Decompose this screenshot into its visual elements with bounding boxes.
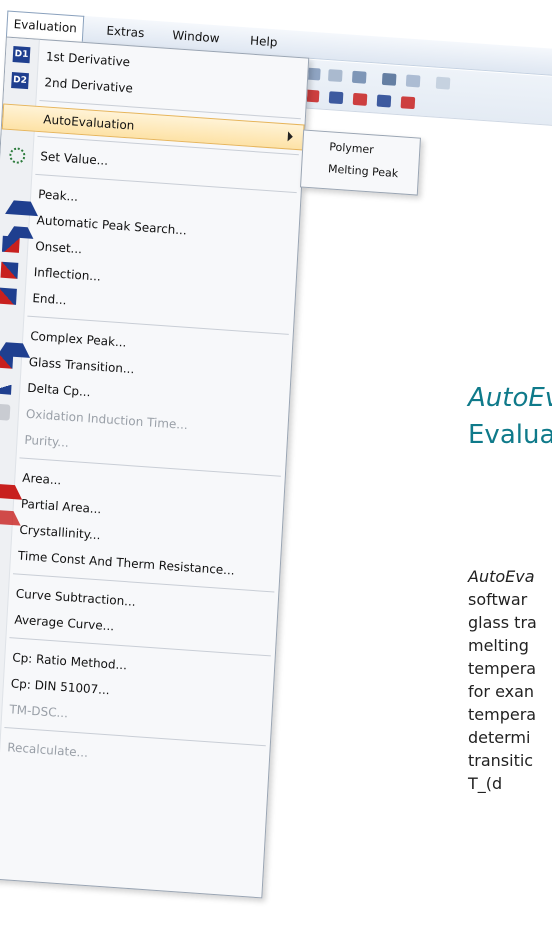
toolbar-glass-icon[interactable] — [376, 94, 392, 108]
side-paragraph-line: softwar — [468, 590, 528, 609]
glass-transition-icon — [0, 351, 14, 369]
submenu-item-melting-peak[interactable]: Melting Peak — [328, 162, 399, 180]
onset-icon — [1, 235, 20, 253]
set-value-icon — [8, 147, 26, 165]
toolbar-curve-icon[interactable] — [351, 70, 367, 84]
derivative-2-icon: D2 — [11, 72, 29, 90]
submenu-arrow-icon — [287, 131, 294, 142]
menu-item-set-value[interactable]: Set Value... — [0, 141, 302, 186]
side-paragraph-line: melting — [468, 636, 529, 655]
delta-cp-icon — [0, 377, 12, 395]
submenu-item-polymer[interactable]: Polymer — [329, 140, 374, 156]
toolbar-align-icon[interactable] — [381, 72, 397, 86]
side-paragraph-line: AutoEva — [468, 567, 535, 586]
menu-item-recalculate[interactable]: Recalculate... — [0, 732, 269, 777]
side-heading-line-1: AutoEv — [468, 383, 552, 413]
derivative-1-icon: D1 — [12, 46, 31, 64]
toolbar-partial-icon[interactable] — [400, 96, 416, 110]
menu-help[interactable]: Help — [244, 31, 284, 52]
autoevaluation-submenu: Polymer Melting Peak — [300, 129, 421, 196]
menu-window[interactable]: Window — [166, 26, 226, 48]
side-paragraph-line: determi — [468, 728, 531, 747]
end-icon — [0, 287, 17, 305]
tilted-screenshot: Evaluation Extras Window Help D1 1st Der… — [0, 0, 552, 942]
side-paragraph-line: T_(d — [468, 774, 503, 793]
side-paragraph-line: for exan — [468, 682, 535, 701]
side-paragraph-line: tempera — [468, 705, 537, 724]
side-heading-line-2: Evalua — [468, 420, 552, 450]
menu-extras[interactable]: Extras — [100, 21, 151, 42]
oxidation-icon — [0, 403, 11, 421]
toolbar-chart-icon[interactable] — [327, 69, 343, 83]
toolbar-onset-icon[interactable] — [328, 91, 344, 105]
side-paragraph-line: glass tra — [468, 613, 537, 632]
evaluation-menu: D1 1st Derivative D2 2nd Derivative Auto… — [0, 36, 310, 899]
toolbar-misc-icon[interactable] — [435, 76, 451, 90]
toolbar-area-icon[interactable] — [352, 92, 368, 106]
inflection-icon — [0, 261, 19, 279]
side-paragraph-line: tempera — [468, 659, 537, 678]
side-paragraph-line: transitic — [468, 751, 534, 770]
toolbar-bars-icon[interactable] — [405, 74, 421, 88]
